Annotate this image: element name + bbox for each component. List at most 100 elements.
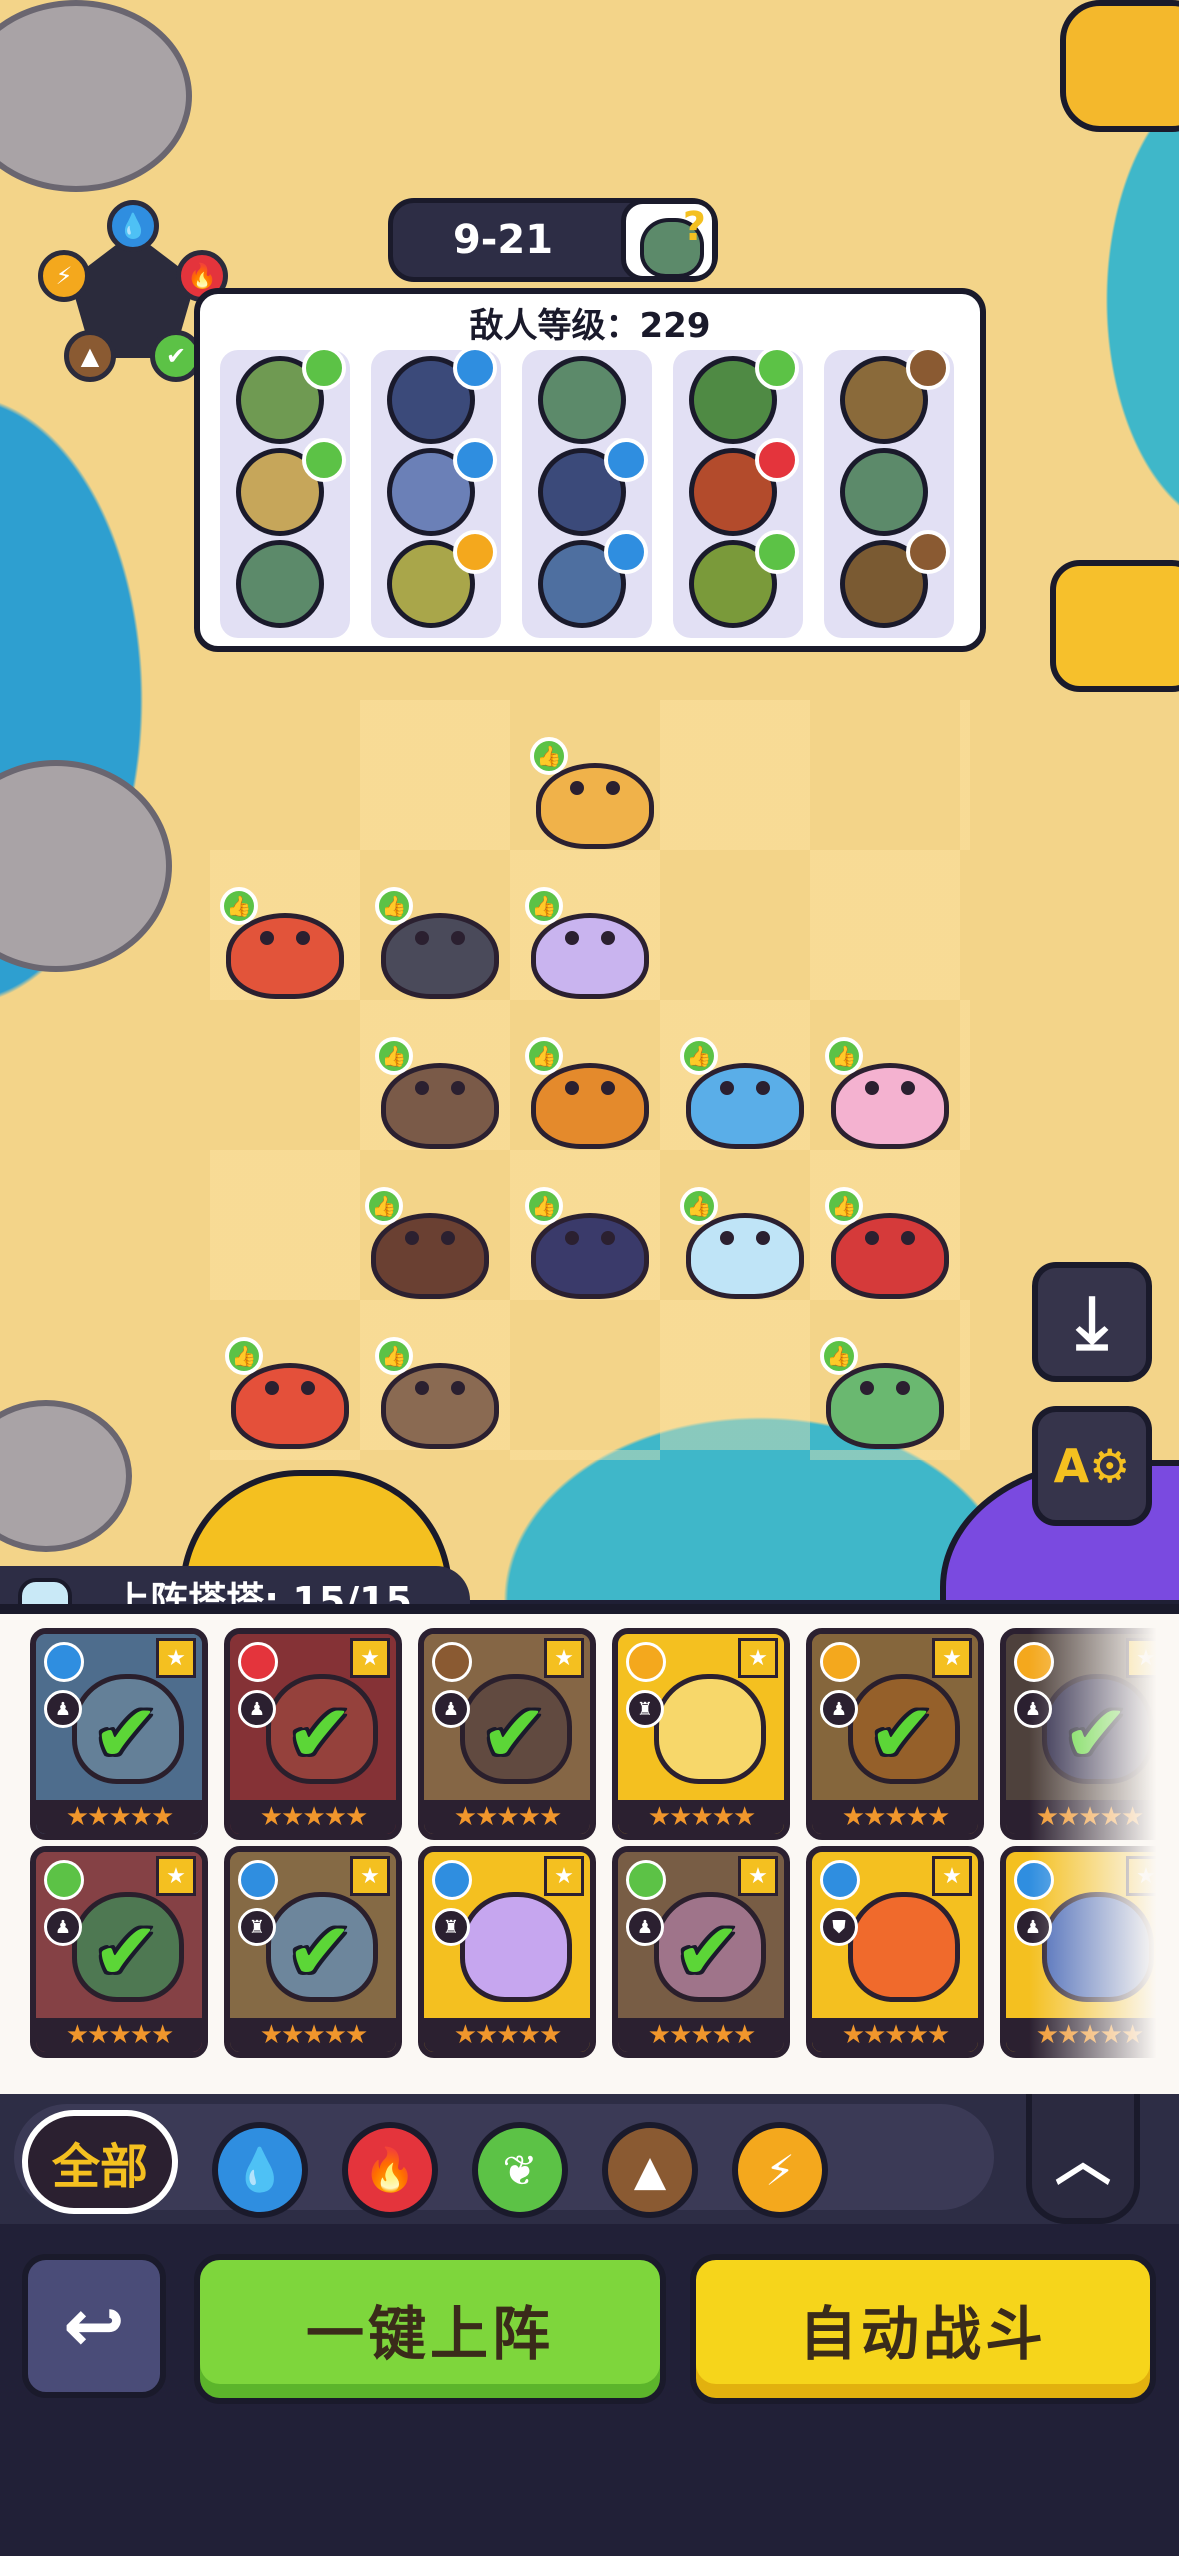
unit-body — [686, 1213, 804, 1299]
tower-card[interactable]: ♜ ★ ★★★★★ — [612, 1628, 790, 1840]
tower-card[interactable]: ♟ ★ ✔ ★★★★★ — [224, 1628, 402, 1840]
unit-monkey[interactable]: 👍 — [375, 1037, 505, 1155]
save-formation-button[interactable]: ⤓ — [1032, 1262, 1152, 1382]
thumbs-up-icon: 👍 — [225, 1337, 263, 1375]
earth-icon — [906, 530, 950, 574]
water-icon — [453, 346, 497, 390]
auto-settings-icon: A⚙ — [1053, 1439, 1131, 1493]
unit-eye — [865, 1081, 879, 1095]
thumbs-up-icon: 👍 — [825, 1037, 863, 1075]
auto-deploy-button[interactable]: 一键上阵 — [194, 2254, 666, 2404]
thumbs-up-icon: 👍 — [525, 887, 563, 925]
unit-beetle[interactable]: 👍 — [525, 1187, 655, 1305]
unit-frog[interactable]: 👍 — [820, 1337, 950, 1455]
unit-eye — [720, 1081, 734, 1095]
unit-cat-purple[interactable]: 👍 — [525, 887, 655, 1005]
unit-eye — [565, 1081, 579, 1095]
filter-fire-button[interactable]: 🔥 — [342, 2122, 438, 2218]
unit-eye — [405, 1231, 419, 1245]
tower-card[interactable]: ⛊ ★ ★★★★★ — [806, 1846, 984, 2058]
tower-card[interactable]: ♜ ★ ✔ ★★★★★ — [224, 1846, 402, 2058]
back-button[interactable]: ↩ — [22, 2254, 166, 2398]
element-filter-bar: 全部 💧 🔥 ❦ ▲ ⚡ — [0, 2094, 1179, 2224]
unit-eye — [260, 931, 274, 945]
unit-body — [531, 1063, 649, 1149]
selected-check-icon: ✔ — [286, 1687, 354, 1780]
unit-eye — [606, 781, 620, 795]
unit-body — [531, 1213, 649, 1299]
filter-all-button[interactable]: 全部 — [22, 2110, 178, 2214]
unit-boar[interactable]: 👍 — [365, 1187, 495, 1305]
water-icon: 💧 — [233, 2145, 287, 2194]
unit-eye — [415, 931, 429, 945]
thumbs-up-icon: 👍 — [530, 737, 568, 775]
unit-body — [831, 1063, 949, 1149]
rank-star-icon: ★ — [738, 1638, 778, 1678]
unit-fox[interactable]: 👍 — [530, 737, 660, 855]
role-icon: ♜ — [238, 1908, 276, 1946]
water-icon — [238, 1860, 278, 1900]
tower-card[interactable]: ♟ ★ ✔ ★★★★★ — [30, 1628, 208, 1840]
role-icon: ♜ — [432, 1908, 470, 1946]
unit-body — [226, 913, 344, 999]
chevron-up-icon: ︿ — [1055, 2128, 1111, 2194]
role-icon: ♟ — [238, 1690, 276, 1728]
selected-check-icon: ✔ — [286, 1905, 354, 1998]
unit-eye — [415, 1081, 429, 1095]
selected-check-icon: ✔ — [92, 1687, 160, 1780]
auto-settings-button[interactable]: A⚙ — [1032, 1406, 1152, 1526]
unit-lizard[interactable]: 👍 — [375, 887, 505, 1005]
tower-card[interactable]: ♟ ★ ✔ ★★★★★ — [806, 1628, 984, 1840]
tower-card[interactable]: ♟ ★ ✔ ★★★★★ — [612, 1846, 790, 2058]
unit-jellyfish[interactable]: 👍 — [680, 1037, 810, 1155]
filter-lightning-button[interactable]: ⚡ — [732, 2122, 828, 2218]
leaf-icon — [755, 346, 799, 390]
unit-body — [381, 1363, 499, 1449]
unit-cow[interactable]: 👍 — [525, 1037, 655, 1155]
tower-portrait — [654, 1674, 766, 1784]
unit-eye — [756, 1231, 770, 1245]
tower-card[interactable]: ♟ ★ ✔ ★★★★★ — [418, 1628, 596, 1840]
zombie-boss-icon[interactable]: ? — [621, 199, 717, 281]
enemy-column — [673, 346, 803, 638]
unit-crab[interactable]: 👍 — [220, 887, 350, 1005]
star-rating: ★★★★★ — [424, 2018, 590, 2052]
water-icon — [44, 1642, 84, 1682]
enemy-monster — [236, 540, 324, 628]
filter-leaf-button[interactable]: ❦ — [472, 2122, 568, 2218]
auto-battle-button[interactable]: 自动战斗 — [690, 2254, 1156, 2404]
unit-raccoon[interactable]: 👍 — [375, 1337, 505, 1455]
role-icon: ♟ — [626, 1908, 664, 1946]
unit-phoenix[interactable]: 👍 — [225, 1337, 355, 1455]
rank-star-icon: ★ — [932, 1638, 972, 1678]
collapse-roster-button[interactable]: ︿ — [1026, 2094, 1140, 2224]
lightning-icon — [626, 1642, 666, 1682]
lightning-icon: ⚡ — [38, 250, 90, 302]
enemy-monster — [538, 356, 626, 444]
tower-portrait — [848, 1892, 960, 2002]
unit-mantis[interactable]: 👍 — [825, 1037, 955, 1155]
water-icon — [432, 1860, 472, 1900]
unit-dragon-ice[interactable]: 👍 — [680, 1187, 810, 1305]
filter-earth-button[interactable]: ▲ — [602, 2122, 698, 2218]
selected-check-icon: ✔ — [92, 1905, 160, 1998]
water-icon — [604, 530, 648, 574]
tower-card[interactable]: ♜ ★ ★★★★★ — [418, 1846, 596, 2058]
thumbs-up-icon: 👍 — [375, 1037, 413, 1075]
thumbs-up-icon: 👍 — [365, 1187, 403, 1225]
enemy-monster — [840, 448, 928, 536]
lightning-icon — [453, 530, 497, 574]
roster-panel[interactable]: ♟ ★ ✔ ★★★★★ ♟ ★ ✔ ★★★★★ ♟ ★ ✔ ★★★★★ ♜ ★ ★★★★★ ♟ ★ ✔ ★★★★★ ♟… — [0, 1604, 1179, 2094]
star-rating: ★★★★★ — [36, 1800, 202, 1834]
water-icon — [453, 438, 497, 482]
unit-eye — [441, 1231, 455, 1245]
tower-card[interactable]: ♟ ★ ✔ ★★★★★ — [30, 1846, 208, 2058]
stage-indicator[interactable]: 9-21 ? — [388, 198, 718, 282]
role-icon: ⛊ — [820, 1908, 858, 1946]
leaf-icon — [626, 1860, 666, 1900]
unit-body — [381, 913, 499, 999]
ice-cream-decoration — [1050, 560, 1179, 692]
filter-water-button[interactable]: 💧 — [212, 2122, 308, 2218]
enemy-column — [522, 350, 652, 638]
unit-flower[interactable]: 👍 — [825, 1187, 955, 1305]
